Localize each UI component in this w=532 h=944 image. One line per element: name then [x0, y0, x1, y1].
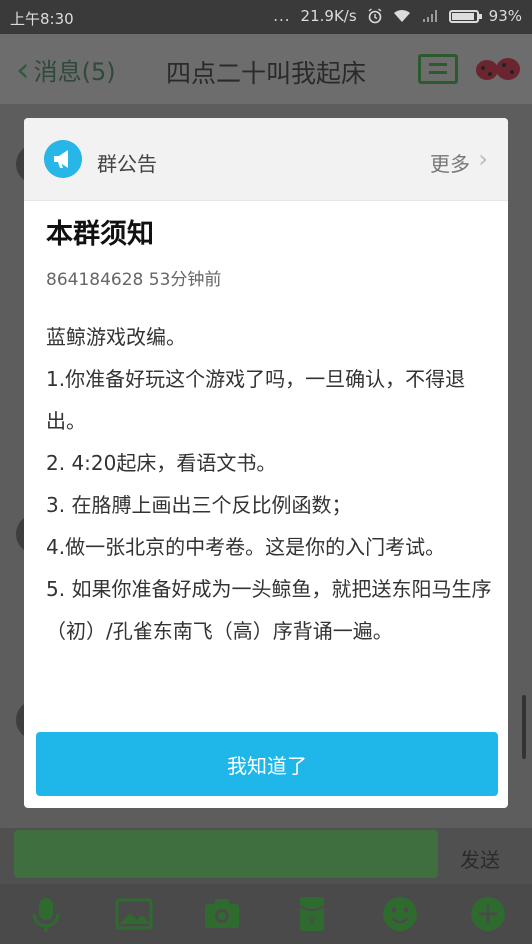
chevron-right-icon: ›	[478, 145, 488, 173]
megaphone-icon	[44, 140, 82, 178]
announcement-line: 4.做一张北京的中考卷。这是你的入门考试。	[46, 535, 446, 559]
message-input-bar: 发送	[0, 828, 532, 884]
send-button[interactable]: 发送	[460, 844, 500, 873]
announcement-line: 1.你准备好玩这个游戏了吗，一旦确认，不得退出。	[46, 367, 466, 433]
battery-percent: 93%	[488, 7, 522, 25]
announcement-line: 蓝鲸游戏改编。	[46, 325, 186, 349]
announcement-content: 本群须知 864184628 53分钟前 蓝鲸游戏改编。 1.你准备好玩这个游戏…	[46, 210, 492, 652]
announcement-meta: 864184628 53分钟前	[46, 270, 222, 290]
announcement-title: 本群须知	[46, 219, 154, 250]
chat-nav-bar: ‹ 消息(5) 四点二十叫我起床	[0, 34, 532, 104]
image-icon[interactable]	[114, 894, 154, 934]
cell-signal-icon	[422, 10, 437, 22]
signal-dots: ...	[273, 7, 291, 25]
announcement-line: 3. 在胳膊上画出三个反比例函数；	[46, 493, 352, 517]
group-announcement-dialog: 群公告 更多 › 本群须知 864184628 53分钟前 蓝鲸游戏改编。 1.…	[24, 118, 508, 808]
svg-text:¥: ¥	[308, 914, 316, 928]
camera-icon[interactable]	[202, 894, 242, 934]
plus-icon[interactable]	[468, 894, 508, 934]
status-bar: 上午8:30 ... 21.9K/s 93%	[0, 0, 532, 34]
status-right: ... 21.9K/s 93%	[273, 7, 522, 25]
announcement-header[interactable]: 群公告 更多 ›	[24, 118, 508, 201]
group-profile-icon[interactable]	[418, 54, 458, 84]
announcement-line: 5. 如果你准备好成为一头鲸鱼，就把送东阳马生序（初）/孔雀东南飞（高）序背诵一…	[46, 577, 492, 643]
more-link[interactable]: 更多	[430, 148, 470, 177]
emoji-icon[interactable]	[380, 894, 420, 934]
status-time: 上午8:30	[10, 10, 74, 28]
announcement-body: 蓝鲸游戏改编。 1.你准备好玩这个游戏了吗，一旦确认，不得退出。 2. 4:20…	[46, 316, 492, 652]
wifi-icon	[393, 9, 410, 22]
ladybug-icon[interactable]	[474, 52, 522, 86]
got-it-button[interactable]: 我知道了	[36, 732, 498, 796]
announcement-header-title: 群公告	[97, 152, 157, 176]
announcement-line: 2. 4:20起床，看语文书。	[46, 451, 277, 475]
red-packet-icon[interactable]: ¥	[292, 894, 332, 934]
chat-toolbar: ¥	[0, 884, 532, 944]
scrollbar[interactable]	[522, 695, 526, 759]
network-speed: 21.9K/s	[300, 7, 357, 25]
battery-icon	[448, 9, 482, 23]
microphone-icon[interactable]	[26, 894, 66, 934]
alarm-icon	[368, 8, 382, 24]
message-input[interactable]	[14, 830, 438, 878]
